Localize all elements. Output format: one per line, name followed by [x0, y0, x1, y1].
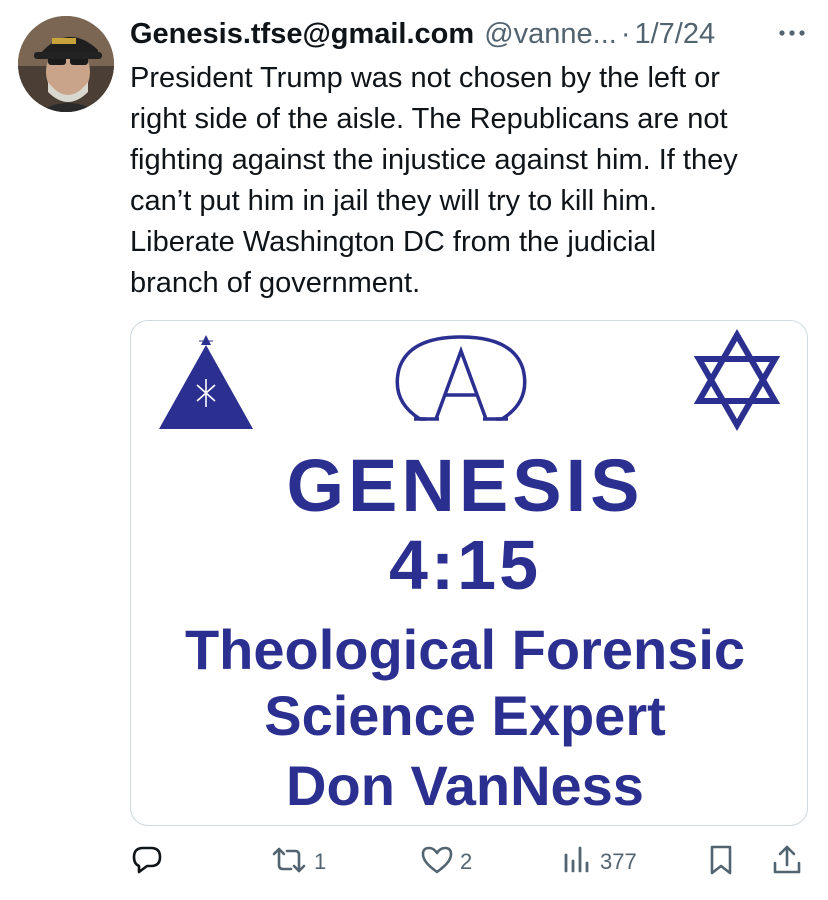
share-icon [770, 843, 804, 882]
bookmark-icon [704, 843, 738, 882]
reply-button[interactable] [130, 840, 164, 884]
views-button[interactable]: 377 [560, 840, 637, 884]
star-of-david-icon [693, 328, 781, 432]
tweet-header: Genesis.tfse@gmail.com @vanne... · 1/7/2… [130, 14, 810, 54]
media-line-verse: 4:15 [389, 526, 541, 604]
avatar[interactable] [18, 16, 114, 112]
retweet-icon [270, 843, 308, 882]
alpha-omega-icon [395, 335, 527, 421]
author-name[interactable]: Genesis.tfse@gmail.com [130, 18, 474, 51]
tweet-date[interactable]: 1/7/24 [634, 18, 715, 51]
media-line-name: Don VanNess [286, 754, 644, 817]
pyramid-icon [159, 335, 253, 429]
like-count: 2 [460, 849, 473, 874]
like-button[interactable]: 2 [420, 840, 472, 884]
reply-icon [130, 843, 164, 882]
retweet-count: 1 [314, 849, 327, 874]
heart-icon [420, 843, 454, 882]
views-chart-icon [560, 843, 594, 882]
media-line-genesis: GENESIS [287, 444, 644, 527]
views-count: 377 [600, 849, 637, 874]
tweet-actions: 1 2 377 [130, 840, 810, 884]
share-button[interactable] [770, 840, 804, 884]
separator-dot: · [620, 17, 631, 50]
retweet-button[interactable]: 1 [270, 840, 326, 884]
tweet[interactable]: Genesis.tfse@gmail.com @vanne... · 1/7/2… [0, 0, 828, 900]
more-options-icon[interactable] [774, 18, 810, 48]
tweet-text: President Trump was not chosen by the le… [130, 62, 738, 299]
media-line-theological: Theological Forensic [185, 618, 745, 681]
media-line-science: Science Expert [264, 684, 666, 747]
bookmark-button[interactable] [704, 840, 738, 884]
author-handle[interactable]: @vanne... [484, 18, 617, 51]
tweet-media-image[interactable]: GENESIS 4:15 Theological Forensic Scienc… [130, 320, 808, 826]
